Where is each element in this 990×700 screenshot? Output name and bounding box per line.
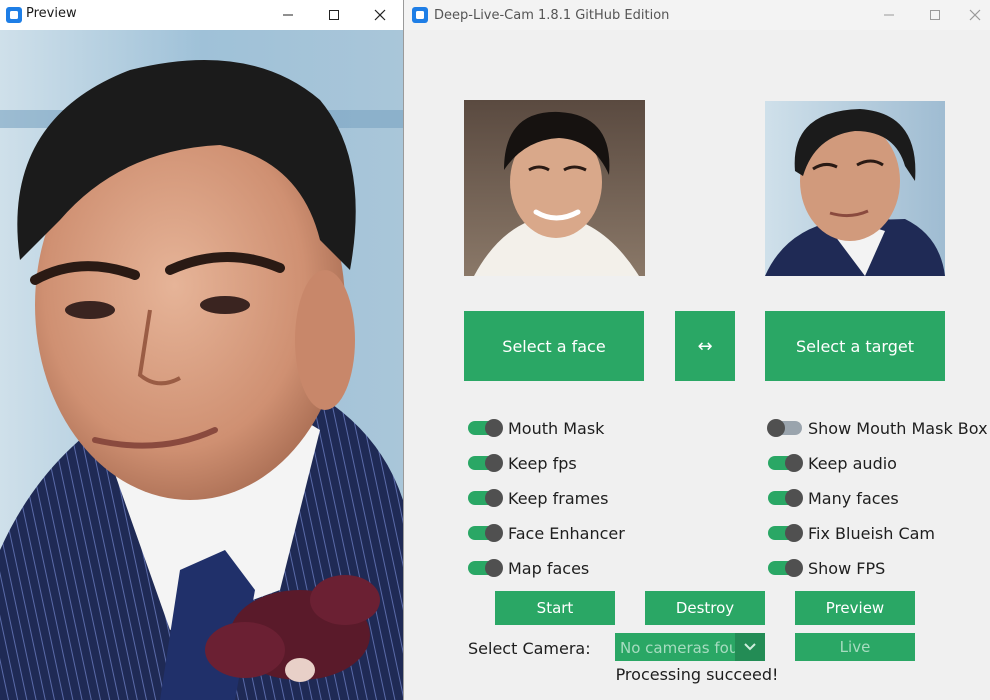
- toggle-face-enhancer[interactable]: Face Enhancer: [468, 522, 625, 544]
- toggle-switch[interactable]: [468, 489, 503, 507]
- status-text: Processing succeed!: [615, 665, 779, 684]
- source-face-image: [464, 100, 645, 276]
- minimize-button[interactable]: [866, 0, 912, 30]
- toggle-fix-blueish-cam[interactable]: Fix Blueish Cam: [768, 522, 935, 544]
- toggle-switch[interactable]: [768, 454, 803, 472]
- toggle-map-faces[interactable]: Map faces: [468, 557, 589, 579]
- close-button[interactable]: [357, 0, 403, 30]
- toggle-label: Map faces: [508, 558, 590, 578]
- close-button[interactable]: [958, 0, 990, 30]
- toggle-label: Face Enhancer: [508, 523, 625, 543]
- preview-button[interactable]: Preview: [795, 591, 915, 625]
- toggle-switch[interactable]: [768, 489, 803, 507]
- main-window: Deep-Live-Cam 1.8.1 GitHub Edition Selec…: [403, 0, 990, 700]
- preview-window-title: Preview: [26, 6, 77, 21]
- toggle-keep-audio[interactable]: Keep audio: [768, 452, 897, 474]
- toggle-label: Many faces: [808, 488, 899, 508]
- toggle-label: Mouth Mask: [508, 418, 605, 438]
- toggle-switch[interactable]: [768, 559, 803, 577]
- chevron-down-icon[interactable]: [735, 633, 765, 661]
- toggle-keep-frames[interactable]: Keep frames: [468, 487, 608, 509]
- toggle-label: Keep fps: [508, 453, 577, 473]
- select-target-button[interactable]: Select a target: [765, 311, 945, 381]
- close-icon: [374, 9, 386, 21]
- minimize-icon: [884, 14, 894, 16]
- destroy-button[interactable]: Destroy: [645, 591, 765, 625]
- toggle-label: Fix Blueish Cam: [808, 523, 936, 543]
- camera-dropdown[interactable]: No cameras found: [615, 633, 765, 661]
- main-window-title: Deep-Live-Cam 1.8.1 GitHub Edition: [434, 8, 670, 23]
- minimize-button[interactable]: [265, 0, 311, 30]
- toggle-switch[interactable]: [768, 524, 803, 542]
- toggle-switch[interactable]: [468, 419, 503, 437]
- toggle-label: Show FPS: [808, 558, 886, 578]
- app-icon: [412, 7, 428, 23]
- main-titlebar[interactable]: Deep-Live-Cam 1.8.1 GitHub Edition: [404, 0, 990, 30]
- select-face-button[interactable]: Select a face: [464, 311, 644, 381]
- live-button[interactable]: Live: [795, 633, 915, 661]
- preview-window: Preview: [0, 0, 403, 700]
- toggle-label: Show Mouth Mask Box: [808, 418, 988, 438]
- toggle-switch[interactable]: [468, 454, 503, 472]
- minimize-icon: [283, 14, 293, 16]
- toggle-switch[interactable]: [767, 419, 802, 437]
- toggle-label: Keep frames: [508, 488, 609, 508]
- app-icon: [6, 7, 22, 23]
- toggle-many-faces[interactable]: Many faces: [768, 487, 899, 509]
- toggle-switch[interactable]: [468, 524, 503, 542]
- toggle-label: Keep audio: [808, 453, 897, 473]
- toggle-keep-fps[interactable]: Keep fps: [468, 452, 577, 474]
- maximize-icon: [329, 10, 339, 20]
- toggle-mouth-mask[interactable]: Mouth Mask: [468, 417, 604, 439]
- toggle-show-fps[interactable]: Show FPS: [768, 557, 885, 579]
- start-button[interactable]: Start: [495, 591, 615, 625]
- preview-titlebar[interactable]: Preview: [0, 0, 403, 30]
- swap-faces-button[interactable]: ↔: [675, 311, 735, 381]
- target-face-image: [765, 101, 945, 276]
- maximize-button[interactable]: [311, 0, 357, 30]
- maximize-button[interactable]: [912, 0, 958, 30]
- select-camera-label: Select Camera:: [468, 639, 591, 658]
- toggle-switch[interactable]: [468, 559, 503, 577]
- preview-video-frame: [0, 30, 403, 700]
- maximize-icon: [930, 10, 940, 20]
- close-icon: [969, 9, 980, 21]
- toggle-show-mouth-mask-box[interactable]: Show Mouth Mask Box: [767, 417, 988, 439]
